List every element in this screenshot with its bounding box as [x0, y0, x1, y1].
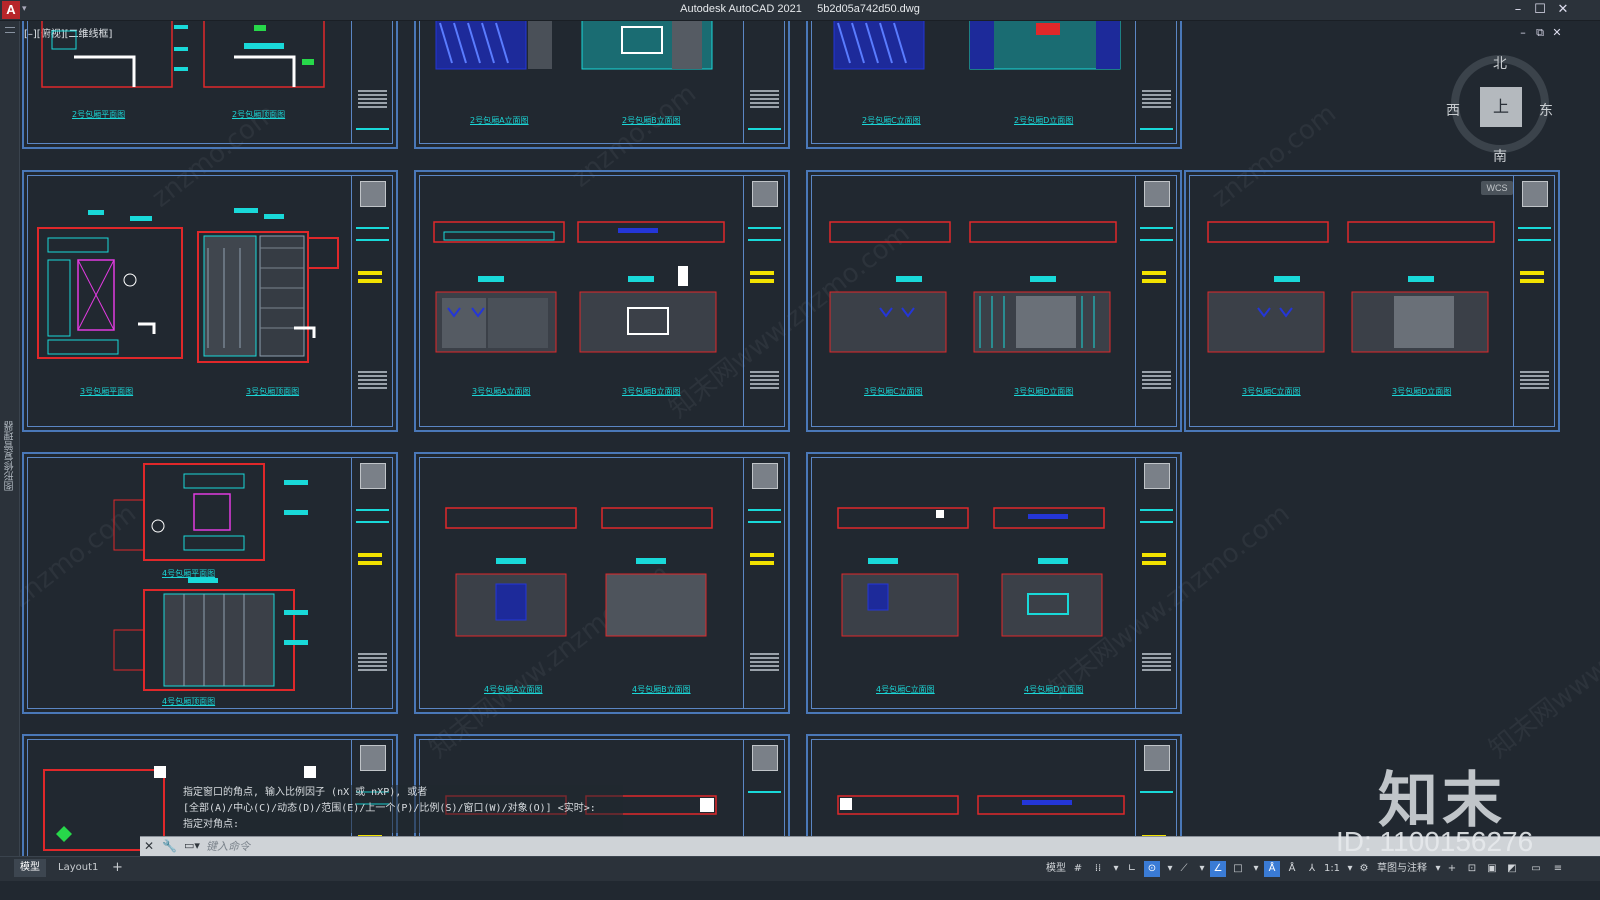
tab-model[interactable]: 模型: [14, 859, 46, 877]
chevron-down-icon[interactable]: ▾: [1194, 861, 1210, 877]
close-window-button[interactable]: ✕: [1553, 2, 1573, 18]
sheet-caption: 3号包厢D立面图: [1392, 387, 1452, 396]
units-icon[interactable]: ⊡: [1464, 861, 1480, 877]
sheet-caption: 4号包厢D立面图: [1024, 685, 1084, 694]
sheet-caption: 2号包厢B立面图: [622, 116, 681, 125]
annotation-monitor-icon[interactable]: +: [1444, 861, 1460, 877]
elevation-drawing: [433, 221, 725, 353]
drawing-sheet[interactable]: 2号包厢C立面图 2号包厢D立面图: [806, 21, 1182, 149]
auto-scale-icon[interactable]: Å: [1284, 861, 1300, 877]
object-snap-tracking-icon[interactable]: ∠: [1210, 861, 1226, 877]
plan-drawing: [37, 208, 339, 363]
elevation-drawing: [435, 21, 713, 70]
drawing-sheet[interactable]: 4号包厢C立面图 4号包厢D立面图: [806, 452, 1182, 714]
watermark-text: 知末网www.znzmo.com: [1483, 558, 1600, 765]
add-layout-button[interactable]: +: [106, 859, 129, 877]
compass-south[interactable]: 南: [1493, 146, 1507, 166]
sheet-caption: 4号包厢平面图: [162, 569, 216, 578]
elevation-drawing: [1207, 221, 1495, 353]
grid-icon[interactable]: #: [1070, 861, 1086, 877]
compass-west[interactable]: 西: [1446, 100, 1460, 120]
sheet-caption: 2号包厢D立面图: [1014, 116, 1074, 125]
ortho-icon[interactable]: ∟: [1124, 861, 1140, 877]
plan-drawing: [113, 463, 308, 691]
left-palette-strip[interactable]: 图形修复管理器: [0, 21, 20, 872]
elevation-drawing: [833, 21, 1121, 70]
quick-properties-icon[interactable]: ▣: [1484, 861, 1500, 877]
command-history-line: 指定窗口的角点, 输入比例因子 (nX 或 nXP), 或者: [183, 787, 428, 798]
workspace-switcher[interactable]: 草图与注释: [1374, 861, 1430, 877]
sheet-caption: 3号包厢D立面图: [1014, 387, 1074, 396]
model-space-toggle[interactable]: 模型: [1044, 861, 1068, 877]
command-input[interactable]: [206, 839, 806, 854]
drawing-sheet[interactable]: 3号包厢平面图 3号包厢顶面图: [22, 170, 398, 432]
sheet-caption: 4号包厢A立面图: [484, 685, 543, 694]
drawing-canvas[interactable]: [–][俯视][二维线框] – ⧉ ✕ znzmo.com znzmo.com …: [20, 21, 1600, 872]
annotation-scale-icon[interactable]: ⅄: [1304, 861, 1320, 877]
viewcube[interactable]: 北 南 西 东 上: [1435, 39, 1565, 169]
drawing-sheet[interactable]: 2号包厢平面图 2号包厢顶面图: [22, 21, 398, 149]
sheet-caption: 2号包厢C立面图: [862, 116, 921, 125]
object-snap-icon[interactable]: □: [1230, 861, 1246, 877]
graphics-performance-icon[interactable]: ◩: [1504, 861, 1520, 877]
snap-icon[interactable]: ⁞⁞: [1090, 861, 1106, 877]
drawing-sheet[interactable]: 3号包厢A立面图 3号包厢B立面图: [414, 170, 790, 432]
close-icon[interactable]: ✕: [144, 839, 154, 853]
gear-icon[interactable]: ⚙: [1356, 861, 1372, 877]
sheet-caption: 4号包厢B立面图: [632, 685, 691, 694]
command-history-line: 指定对角点:: [183, 819, 240, 830]
watermark-id: ID: 1100156276: [1336, 826, 1534, 857]
recent-commands-icon[interactable]: ▭▾: [184, 839, 200, 852]
minimize-button[interactable]: –: [1508, 2, 1528, 18]
drawing-sheet[interactable]: 4号包厢平面图 4号包厢顶面图: [22, 452, 398, 714]
drawing-recovery-manager-tab[interactable]: 图形修复管理器: [3, 421, 18, 491]
command-history-line: [全部(A)/中心(C)/动态(D)/范围(E)/上一个(P)/比例(S)/窗口…: [183, 803, 596, 814]
sheet-caption: 4号包厢C立面图: [876, 685, 935, 694]
sheet-caption: 4号包厢顶面图: [162, 697, 216, 706]
sheet-caption: 2号包厢平面图: [72, 110, 126, 119]
window-title: Autodesk AutoCAD 2021 5b2d05a742d50.dwg: [680, 3, 920, 15]
annotation-visibility-icon[interactable]: Å: [1264, 861, 1280, 877]
command-history: 指定窗口的角点, 输入比例因子 (nX 或 nXP), 或者 [全部(A)/中心…: [183, 785, 623, 833]
tab-layout1[interactable]: Layout1: [52, 859, 104, 877]
chevron-down-icon[interactable]: ▾: [1108, 861, 1124, 877]
drawing-sheet[interactable]: 2号包厢A立面图 2号包厢B立面图: [414, 21, 790, 149]
elevation-drawing: [829, 221, 1117, 353]
status-bar: 模型 Layout1 + 模型 # ⁞⁞ ▾ ∟ ⊙ ▾ ⟋ ▾ ∠ □ ▾ Å…: [0, 856, 1600, 881]
sheet-caption: 3号包厢C立面图: [864, 387, 923, 396]
compass-north[interactable]: 北: [1493, 53, 1507, 73]
plan-drawing: [41, 21, 325, 88]
customization-menu-icon[interactable]: ≡: [1550, 861, 1566, 877]
sheet-caption: 3号包厢A立面图: [472, 387, 531, 396]
sheet-caption: 3号包厢B立面图: [622, 387, 681, 396]
drawing-sheet[interactable]: 3号包厢C立面图 3号包厢D立面图: [1184, 170, 1560, 432]
polar-tracking-icon[interactable]: ⊙: [1144, 861, 1160, 877]
clean-screen-icon[interactable]: ▭: [1528, 861, 1544, 877]
elevation-drawing: [445, 507, 713, 637]
compass-east[interactable]: 东: [1539, 100, 1553, 120]
ucs-menu-button[interactable]: WCS: [1481, 181, 1513, 195]
sheet-caption: 3号包厢平面图: [80, 387, 134, 396]
palette-grip-icon[interactable]: [5, 27, 15, 33]
drawing-sheet[interactable]: 3号包厢C立面图 3号包厢D立面图: [806, 170, 1182, 432]
isodraft-icon[interactable]: ⟋: [1176, 861, 1192, 877]
annotation-scale-value[interactable]: 1:1: [1322, 861, 1342, 877]
sheet-caption: 3号包厢顶面图: [246, 387, 300, 396]
sheet-caption: 2号包厢A立面图: [470, 116, 529, 125]
sheet-caption: 3号包厢C立面图: [1242, 387, 1301, 396]
chevron-down-icon[interactable]: ▾: [1248, 861, 1264, 877]
maximize-button[interactable]: ☐: [1530, 2, 1550, 18]
elevation-drawing: [837, 507, 1105, 637]
viewcube-top-face[interactable]: 上: [1480, 87, 1522, 127]
elevation-drawing: [837, 795, 1125, 815]
title-bar: A ▾ Autodesk AutoCAD 2021 5b2d05a742d50.…: [0, 0, 1600, 21]
sheet-caption: 2号包厢顶面图: [232, 110, 286, 119]
status-bar-spacer: [0, 881, 1600, 900]
customize-wrench-icon[interactable]: 🔧: [162, 839, 177, 853]
drawing-sheet[interactable]: 4号包厢A立面图 4号包厢B立面图: [414, 452, 790, 714]
